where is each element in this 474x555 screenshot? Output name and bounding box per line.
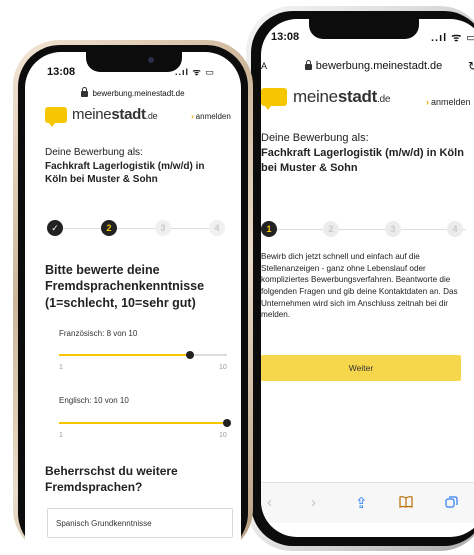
slider-min: 1 [59,364,63,371]
login-label: anmelden [195,112,231,121]
back-phone: 13:08 ..ıl ᯤ ▭ AA bewerbung.meinestadt.d… [246,6,474,551]
login-link[interactable]: › anmelden [191,112,231,121]
tabs-glyph [445,496,458,508]
logo-mark [45,106,67,127]
phone-notch [86,52,182,72]
heading-intro: Deine Bewerbung als: [45,147,143,158]
url-bar[interactable]: bewerbung.meinestadt.de [25,86,241,100]
front-phone-screen: 13:08 ..ıl ᯤ ▭ bewerbung.meinestadt.de m… [25,52,241,555]
bookmarks-icon[interactable] [399,496,413,511]
application-heading: Deine Bewerbung als: Fachkraft Lagerlogi… [261,131,466,176]
slider-max: 10 [219,432,227,439]
stepper-line [277,229,466,230]
step-4: 4 [447,221,463,237]
slider-min: 1 [59,432,63,439]
step-1: 1 [261,221,277,237]
step-2: 2 [323,221,339,237]
heading-job: Fachkraft Lagerlogistik (m/w/d) in Köln … [261,146,464,174]
weiter-button[interactable]: Weiter [261,355,461,381]
heading-intro: Deine Bewerbung als: [261,132,369,144]
browser-toolbar: ‹ › ⇪ [261,482,474,523]
camera-dot [148,57,154,63]
languages-input[interactable]: Spanisch Grundkenntnisse [47,508,233,538]
step-3: 3 [385,221,401,237]
heading-job: Fachkraft Lagerlogistik (m/w/d) in Köln … [45,160,205,186]
logo-wordmark: meinestadt.de [72,106,158,123]
status-time: 13:08 [271,31,300,43]
share-icon[interactable]: ⇪ [355,494,368,512]
step-2: 2 [101,220,117,236]
tabs-icon[interactable] [445,496,458,513]
question2-title: Beherrschst du weitere Fremdsprachen? [45,464,178,494]
french-slider[interactable] [59,351,227,359]
slider-fill [59,422,227,424]
phone-notch [309,19,419,39]
slider-max: 10 [219,364,227,371]
meinestadt-logo[interactable]: meinestadt.de [45,106,158,127]
status-icons: ..ıl ᯤ ▭ [431,32,474,44]
chevron-right-icon: › [191,112,194,121]
meinestadt-logo[interactable]: meinestadt.de [261,87,391,110]
stepper-line [63,228,223,229]
book-icon [399,496,413,508]
logo-wordmark: meinestadt.de [293,87,391,106]
back-phone-screen: 13:08 ..ıl ᯤ ▭ AA bewerbung.meinestadt.d… [261,19,474,537]
step-4: 4 [209,220,225,236]
progress-stepper: ✓ 2 3 4 [47,220,225,236]
lock-icon [304,60,312,70]
slider-label: Französisch: 8 von 10 [59,329,138,338]
logo-mark [261,88,287,110]
step-1-done: ✓ [47,220,63,236]
progress-stepper: 1 2 3 4 [261,221,466,237]
url-text: bewerbung.meinestadt.de [315,60,443,72]
slider-knob[interactable] [223,419,231,427]
lock-icon [81,87,89,97]
forward-icon[interactable]: › [311,494,316,511]
step-3: 3 [155,220,171,236]
intro-description: Bewirb dich jetzt schnell und einfach au… [261,252,458,320]
slider-label: Englisch: 10 von 10 [59,396,129,405]
text-size-button[interactable]: AA [261,61,267,71]
url-text: bewerbung.meinestadt.de [92,88,185,98]
back-icon[interactable]: ‹ [267,494,272,511]
slider-fill [59,354,190,356]
login-link[interactable]: › anmelden [426,97,471,107]
front-phone: 13:08 ..ıl ᯤ ▭ bewerbung.meinestadt.de m… [13,40,253,555]
status-time: 13:08 [47,66,76,78]
application-heading: Deine Bewerbung als: Fachkraft Lagerlogi… [45,146,225,187]
url-bar[interactable]: AA bewerbung.meinestadt.de ↻ [261,57,474,75]
slider-knob[interactable] [185,351,194,359]
chevron-right-icon: › [426,97,429,107]
status-icons: ..ıl ᯤ ▭ [175,67,215,77]
english-slider[interactable] [59,419,231,427]
login-label: anmelden [431,97,471,107]
reload-icon[interactable]: ↻ [468,59,474,73]
question-title: Bitte bewerte deine Fremdsprachenkenntni… [45,263,205,310]
